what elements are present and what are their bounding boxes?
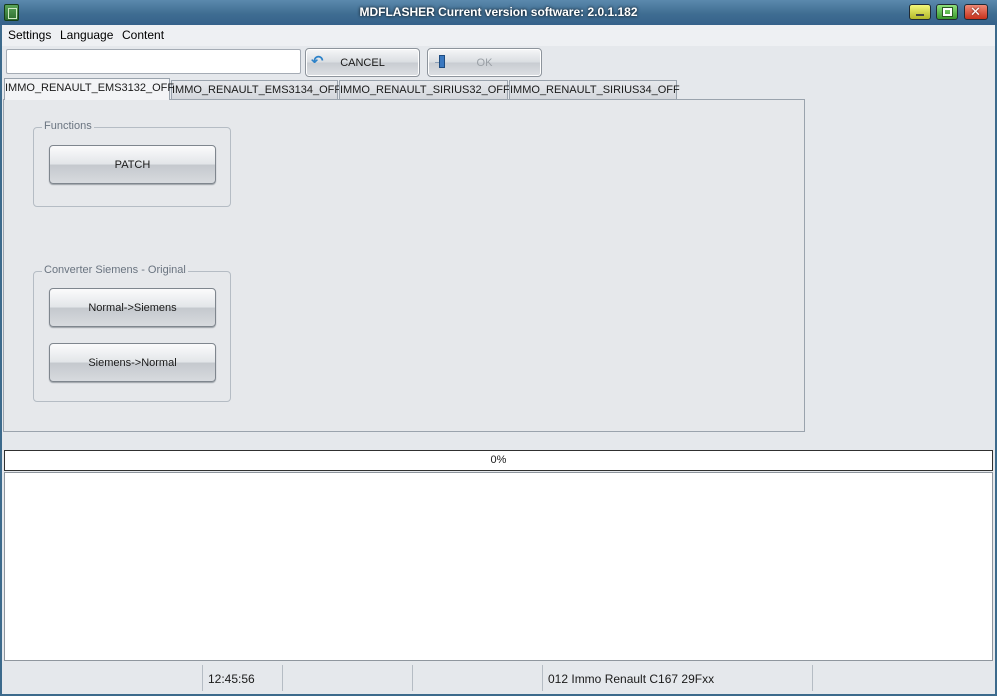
patch-button[interactable]: PATCH (49, 145, 216, 184)
status-cell-empty (412, 665, 542, 691)
converter-group: Converter Siemens - Original Normal->Sie… (33, 264, 231, 402)
status-device: 012 Immo Renault C167 29Fxx (542, 665, 812, 691)
siemens-to-normal-label: Siemens->Normal (88, 357, 177, 369)
title-bar[interactable]: MDFLASHER Current version software: 2.0.… (0, 0, 997, 25)
app-window: MDFLASHER Current version software: 2.0.… (0, 0, 997, 696)
normal-to-siemens-label: Normal->Siemens (88, 302, 177, 314)
log-output[interactable] (4, 472, 993, 661)
menu-bar: Settings Language Content (2, 25, 995, 46)
ok-label: OK (476, 57, 493, 69)
ok-button[interactable]: → OK (427, 48, 542, 77)
patch-label: PATCH (114, 159, 151, 171)
cancel-label: CANCEL (340, 57, 385, 69)
tab-immo-renault-sirius32-off[interactable]: IMMO_RENAULT_SIRIUS32_OFF (339, 80, 510, 99)
cancel-button[interactable]: ↶ CANCEL (305, 48, 420, 77)
minimize-icon (916, 14, 924, 16)
close-icon: ✕ (970, 4, 981, 19)
client-area: Settings Language Content ↶ CANCEL → OK … (2, 25, 995, 694)
maximize-icon (942, 7, 953, 17)
menu-settings[interactable]: Settings (8, 28, 51, 42)
status-cell-empty (282, 665, 412, 691)
status-cell-empty (812, 665, 995, 691)
siemens-to-normal-button[interactable]: Siemens->Normal (49, 343, 216, 382)
window-title: MDFLASHER Current version software: 2.0.… (359, 5, 638, 19)
progress-label: 0% (490, 454, 507, 466)
tab-panel: Functions PATCH Converter Siemens - Orig… (3, 99, 805, 432)
status-bar: 12:45:56 012 Immo Renault C167 29Fxx (2, 663, 995, 694)
tab-immo-renault-sirius34-off[interactable]: IMMO_RENAULT_SIRIUS34_OFF (509, 80, 680, 99)
command-input[interactable] (6, 49, 301, 74)
status-cell-empty (2, 665, 202, 691)
functions-group: Functions PATCH (33, 120, 231, 207)
maximize-button[interactable] (936, 4, 958, 20)
progress-bar: 0% (4, 450, 993, 471)
status-time: 12:45:56 (202, 665, 282, 691)
tab-immo-renault-ems3132-off[interactable]: IMMO_RENAULT_EMS3132_OFF (4, 78, 174, 100)
menu-content[interactable]: Content (122, 28, 164, 42)
converter-group-title: Converter Siemens - Original (42, 264, 188, 276)
minimize-button[interactable] (909, 4, 931, 20)
normal-to-siemens-button[interactable]: Normal->Siemens (49, 288, 216, 327)
menu-language[interactable]: Language (60, 28, 113, 42)
functions-group-title: Functions (42, 120, 94, 132)
tab-immo-renault-ems3134-off[interactable]: IMMO_RENAULT_EMS3134_OFF (171, 80, 341, 99)
close-button[interactable]: ✕ (964, 4, 988, 20)
